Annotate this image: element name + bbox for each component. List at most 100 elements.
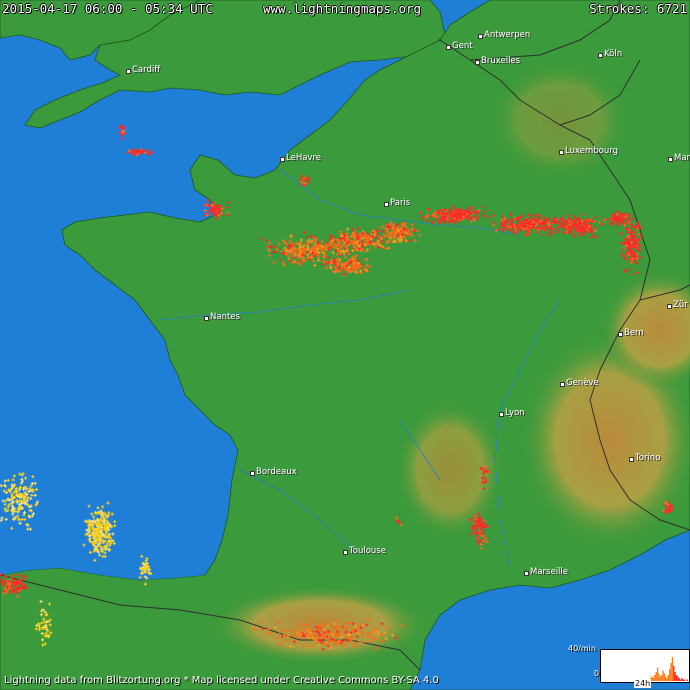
strike-mark (600, 222, 604, 227)
city-label: Toulouse (349, 546, 386, 556)
strike-mark (6, 478, 10, 482)
strike-mark (325, 621, 329, 625)
strike-mark (342, 253, 346, 257)
strike-mark (355, 635, 360, 639)
strike-mark (416, 229, 420, 233)
strike-count: Strokes: 6721 (589, 1, 687, 16)
strike-mark (399, 523, 403, 527)
strike-mark (328, 233, 332, 238)
strike-mark (11, 478, 15, 482)
strike-mark (342, 644, 346, 648)
histogram-bars (647, 657, 688, 681)
strike-mark (43, 610, 47, 614)
histogram-bar (681, 678, 683, 681)
strike-mark (549, 233, 553, 237)
strike-mark (468, 518, 473, 522)
histogram-bar (677, 676, 679, 681)
histogram-bar (671, 657, 674, 681)
strike-mark (107, 511, 111, 515)
city-label: Mann (674, 153, 690, 163)
strike-mark (639, 256, 643, 260)
strike-mark (636, 271, 640, 275)
strike-mark (113, 520, 117, 524)
histogram-bar (664, 676, 667, 681)
strike-mark (33, 481, 37, 485)
strike-mark (481, 205, 486, 209)
lightning-map[interactable]: Gent Antwerpen Bruxelles Köln Cardiff Le… (0, 0, 690, 690)
strike-mark (18, 521, 22, 525)
strike-mark (629, 261, 633, 265)
strike-mark (4, 517, 8, 521)
strike-mark (340, 635, 344, 639)
strike-mark (383, 631, 387, 635)
city-label: Torino (635, 453, 661, 463)
city-label: Marseille (530, 567, 569, 577)
strike-mark (628, 268, 632, 272)
strike-mark (265, 238, 270, 242)
strike-mark (593, 215, 598, 220)
strike-mark (92, 515, 96, 519)
strike-mark (307, 176, 311, 181)
histogram-bar (673, 666, 675, 681)
strike-mark (266, 627, 271, 631)
strike-mark (15, 594, 20, 599)
histogram-bar (682, 679, 684, 681)
city-bern: Bern (618, 328, 644, 338)
strike-mark (473, 514, 477, 518)
strike-mark (16, 510, 20, 514)
histogram-zero-label: 0 (594, 669, 600, 678)
city-bordeaux: Bordeaux (250, 467, 297, 477)
strike-mark (413, 238, 417, 242)
strike-mark (394, 636, 398, 640)
strike-mark (34, 487, 39, 492)
strike-mark (2, 592, 6, 596)
strike-mark (285, 638, 289, 643)
histogram-bar (654, 675, 656, 681)
strike-mark (360, 628, 364, 632)
strike-mark (260, 619, 264, 623)
strike-mark (417, 233, 422, 237)
strike-mark (470, 206, 474, 210)
strike-mark (573, 215, 577, 219)
strike-mark (380, 633, 384, 637)
strike-mark (368, 265, 372, 269)
strike-mark (275, 636, 279, 640)
strike-mark (34, 627, 38, 631)
strike-mark (360, 641, 364, 645)
strike-mark (481, 214, 485, 218)
strike-mark (356, 226, 360, 231)
site-link[interactable]: www.lightningmaps.org (263, 1, 421, 16)
strike-mark (358, 269, 363, 273)
strike-mark (302, 644, 306, 648)
strike-mark (469, 532, 473, 536)
strike-mark (366, 617, 371, 621)
strike-mark (227, 200, 231, 205)
strike-mark (272, 260, 276, 264)
strike-mark (277, 242, 281, 246)
strike-mark (147, 149, 151, 153)
strike-mark (1, 499, 5, 503)
strike-mark (39, 613, 44, 617)
city-antwerpen: Antwerpen (478, 30, 530, 40)
strike-mark (31, 475, 35, 479)
city-label: Gent (452, 41, 473, 51)
strike-mark (345, 231, 349, 235)
strike-mark (380, 622, 384, 626)
strike-layer (0, 124, 675, 651)
strike-mark (527, 213, 531, 217)
strike-mark (343, 639, 348, 644)
strike-mark (101, 505, 105, 509)
strike-mark (501, 215, 505, 219)
city-label: Genève (566, 378, 599, 388)
strike-mark (290, 261, 294, 265)
strike-mark (351, 622, 355, 626)
strike-mark (452, 204, 456, 208)
strike-mark (313, 263, 317, 267)
strike-mark (30, 493, 34, 497)
strike-mark (494, 229, 498, 233)
strike-mark (541, 233, 545, 237)
strike-mark (534, 213, 538, 217)
strike-mark (294, 241, 299, 245)
strike-mark (226, 205, 230, 209)
strike-mark (279, 258, 283, 262)
